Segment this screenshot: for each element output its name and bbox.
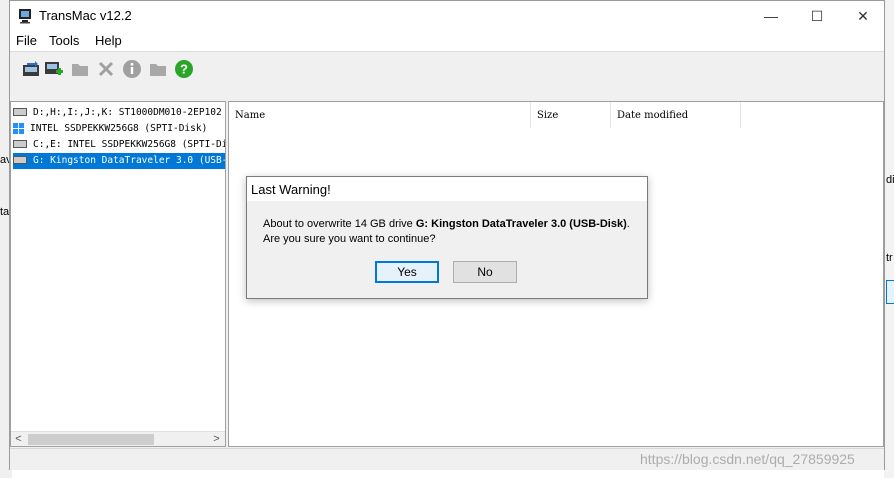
maximize-icon: ☐ xyxy=(810,7,824,24)
drive-label: G: Kingston DataTraveler 3.0 (USB-Disk) xyxy=(33,155,225,166)
background-button xyxy=(886,280,894,304)
background-text: ta xyxy=(0,206,10,218)
help-icon: ? xyxy=(175,60,193,78)
drive-icon xyxy=(13,140,27,148)
dialog-title-bar[interactable]: Last Warning! xyxy=(247,177,647,201)
drive-item[interactable]: INTEL SSDPEKKW256G8 (SPTI-Disk) xyxy=(13,121,225,137)
column-header-date[interactable]: Date modified xyxy=(611,102,741,128)
watermark: https://blog.csdn.net/qq_27859925 xyxy=(640,451,855,467)
disk-add-button[interactable] xyxy=(43,58,65,80)
toolbar: ? xyxy=(10,52,884,100)
disk-add-icon xyxy=(45,62,63,75)
scroll-right-icon[interactable]: > xyxy=(209,432,224,446)
maximize-button[interactable]: ☐ xyxy=(794,1,840,31)
info-button[interactable] xyxy=(121,58,143,80)
no-button[interactable]: No xyxy=(453,261,517,283)
title-bar[interactable]: TransMac v12.2 — ☐ ✕ xyxy=(10,1,884,31)
background-text: tr xyxy=(886,252,893,264)
app-icon xyxy=(19,9,31,24)
drive-tree[interactable]: D:,H:,I:,J:,K: ST1000DM010-2EP102 INTEL … xyxy=(10,101,226,447)
drive-label: INTEL SSDPEKKW256G8 (SPTI-Disk) xyxy=(30,123,208,134)
open-folder-button[interactable] xyxy=(147,58,169,80)
delete-button[interactable] xyxy=(95,58,117,80)
horizontal-scrollbar[interactable]: < > xyxy=(11,431,225,446)
close-button[interactable]: ✕ xyxy=(840,1,886,31)
disk-refresh-icon xyxy=(23,61,39,76)
message-text: About to overwrite 14 GB drive xyxy=(263,218,416,230)
drive-name: G: Kingston DataTraveler 3.0 (USB-Disk) xyxy=(415,218,627,230)
menu-help[interactable]: Help xyxy=(95,33,122,48)
menu-bar: File Tools Help xyxy=(10,31,884,52)
message-text: . xyxy=(626,218,630,230)
background-text: dir xyxy=(886,174,894,186)
dialog-title: Last Warning! xyxy=(251,182,331,197)
windows-icon xyxy=(13,122,24,134)
window-title: TransMac v12.2 xyxy=(39,8,132,23)
column-header-size[interactable]: Size xyxy=(531,102,611,128)
dialog-message: About to overwrite 14 GB drive G: Kingst… xyxy=(263,217,630,247)
disk-refresh-button[interactable] xyxy=(20,58,42,80)
drive-label: D:,H:,I:,J:,K: ST1000DM010-2EP102 xyxy=(33,107,222,118)
menu-tools[interactable]: Tools xyxy=(49,33,79,48)
minimize-icon: — xyxy=(764,8,778,24)
folder-icon xyxy=(72,64,88,76)
drive-label: C:,E: INTEL SSDPEKKW256G8 (SPTI-Disk) xyxy=(33,139,225,150)
scroll-left-icon[interactable]: < xyxy=(11,432,26,446)
info-icon xyxy=(123,60,141,78)
drive-item[interactable]: C:,E: INTEL SSDPEKKW256G8 (SPTI-Disk) xyxy=(13,137,225,153)
yes-button[interactable]: Yes xyxy=(375,261,439,283)
help-button[interactable]: ? xyxy=(173,58,195,80)
scrollbar-thumb[interactable] xyxy=(28,434,154,445)
folder-open-icon xyxy=(150,64,166,76)
close-icon: ✕ xyxy=(857,7,869,24)
drive-icon xyxy=(13,156,27,164)
confirm-question: Are you sure you want to continue? xyxy=(263,233,436,245)
menu-file[interactable]: File xyxy=(16,33,37,48)
new-folder-button[interactable] xyxy=(69,58,91,80)
minimize-button[interactable]: — xyxy=(748,1,794,31)
delete-x-icon xyxy=(98,61,114,77)
column-header-name[interactable]: Name xyxy=(229,102,531,128)
background-window-right: dir tr xyxy=(884,0,894,478)
warning-dialog: Last Warning! About to overwrite 14 GB d… xyxy=(246,176,648,299)
drive-icon xyxy=(13,108,27,116)
drive-item[interactable]: D:,H:,I:,J:,K: ST1000DM010-2EP102 xyxy=(13,105,225,121)
drive-item-selected[interactable]: G: Kingston DataTraveler 3.0 (USB-Disk) xyxy=(13,153,225,169)
svg-text:?: ? xyxy=(180,62,188,77)
